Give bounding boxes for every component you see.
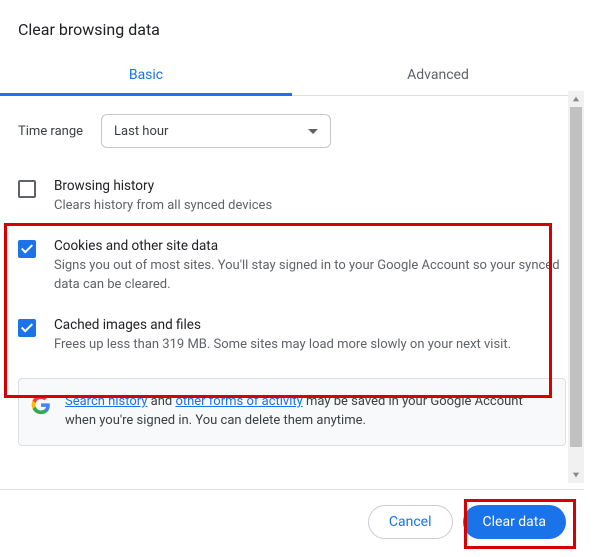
link-other-activity[interactable]: other forms of activity bbox=[175, 394, 302, 409]
link-search-history[interactable]: Search history bbox=[65, 394, 147, 409]
info-text: Search history and other forms of activi… bbox=[65, 393, 551, 431]
option-cache: Cached images and files Frees up less th… bbox=[18, 311, 566, 371]
clear-browsing-data-dialog: Clear browsing data Basic Advanced Time … bbox=[0, 0, 584, 557]
scroll-thumb[interactable] bbox=[570, 107, 582, 447]
option-browsing-history: Browsing history Clears history from all… bbox=[18, 172, 566, 232]
checkbox-cookies[interactable] bbox=[18, 240, 36, 258]
checkbox-cache[interactable] bbox=[18, 319, 36, 337]
tab-basic[interactable]: Basic bbox=[0, 57, 292, 95]
scroll-up-icon[interactable] bbox=[568, 91, 584, 107]
time-range-label: Time range bbox=[18, 124, 83, 139]
dialog-title: Clear browsing data bbox=[0, 0, 584, 57]
checkbox-browsing-history[interactable] bbox=[18, 180, 36, 198]
google-account-info: Search history and other forms of activi… bbox=[18, 378, 566, 446]
clear-data-button[interactable]: Clear data bbox=[463, 505, 566, 539]
option-desc: Signs you out of most sites. You'll stay… bbox=[54, 257, 566, 295]
cancel-button[interactable]: Cancel bbox=[368, 505, 453, 539]
tabs: Basic Advanced bbox=[0, 57, 584, 96]
time-range-row: Time range Last hour bbox=[18, 114, 566, 148]
option-cookies: Cookies and other site data Signs you ou… bbox=[18, 232, 566, 311]
option-desc: Clears history from all synced devices bbox=[54, 197, 272, 216]
dialog-footer: Cancel Clear data bbox=[0, 489, 584, 553]
google-icon bbox=[31, 395, 51, 415]
time-range-select[interactable]: Last hour bbox=[101, 114, 331, 148]
option-desc: Frees up less than 319 MB. Some sites ma… bbox=[54, 336, 511, 355]
scroll-down-icon[interactable] bbox=[568, 467, 584, 483]
tab-advanced[interactable]: Advanced bbox=[292, 57, 584, 95]
option-title: Browsing history bbox=[54, 178, 272, 194]
option-title: Cookies and other site data bbox=[54, 238, 566, 254]
options-area: Time range Last hour Browsing history Cl… bbox=[0, 96, 584, 486]
scrollbar[interactable] bbox=[568, 91, 584, 483]
time-range-value: Last hour bbox=[114, 124, 168, 139]
option-title: Cached images and files bbox=[54, 317, 511, 333]
chevron-down-icon bbox=[308, 129, 318, 134]
